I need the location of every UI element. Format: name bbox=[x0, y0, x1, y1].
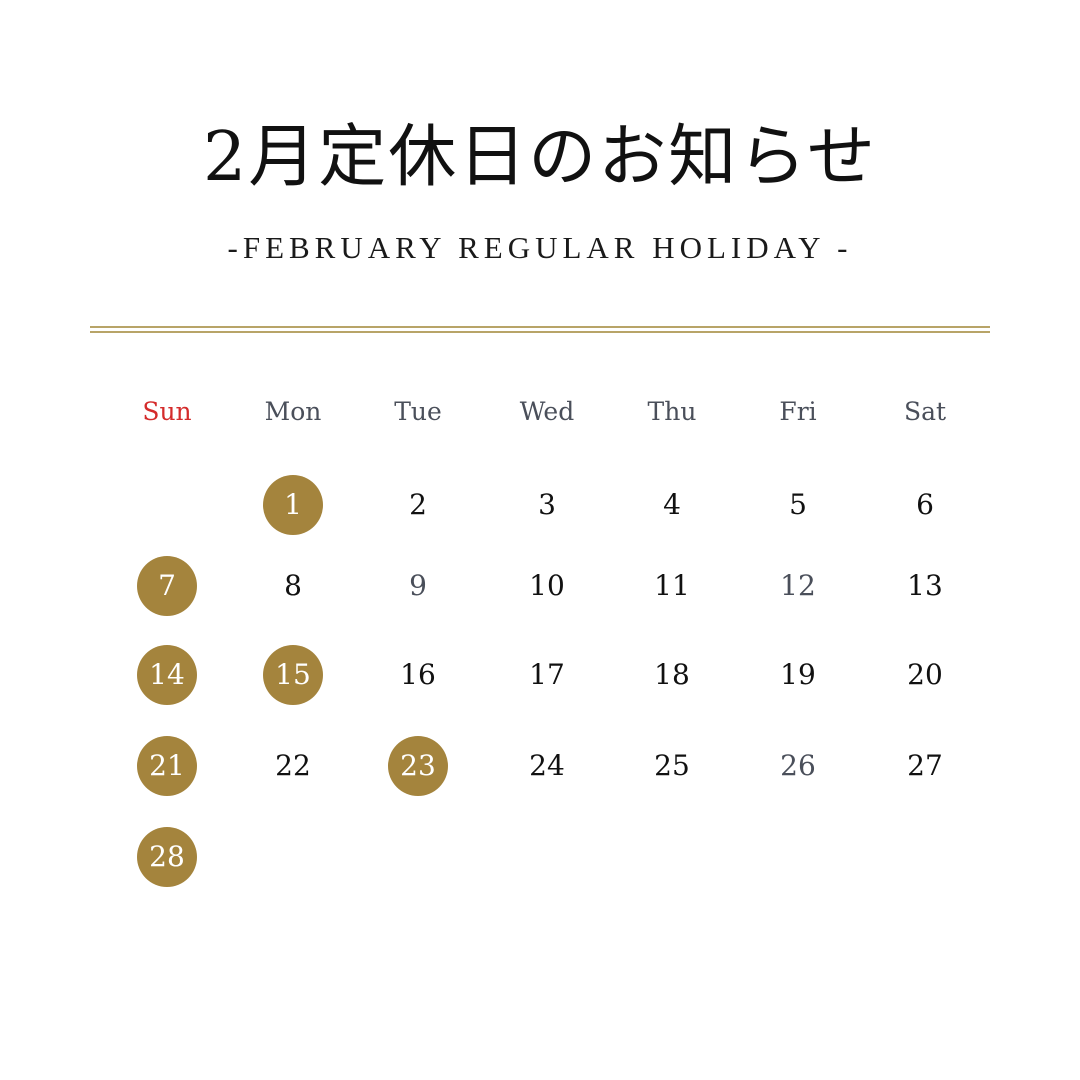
day-16: 16 bbox=[400, 658, 436, 691]
holiday-day-23: 23 bbox=[388, 736, 448, 796]
holiday-day-14: 14 bbox=[137, 645, 197, 705]
day-3: 3 bbox=[538, 488, 556, 521]
page-subtitle: -FEBRUARY REGULAR HOLIDAY - bbox=[227, 230, 853, 265]
day-6: 6 bbox=[916, 488, 934, 521]
day-13: 13 bbox=[907, 569, 943, 602]
day-20: 20 bbox=[907, 658, 943, 691]
day-22: 22 bbox=[275, 749, 311, 782]
holiday-day-21: 21 bbox=[137, 736, 197, 796]
weekday-mon: Mon bbox=[264, 397, 322, 426]
divider-line-top bbox=[90, 326, 990, 328]
weekday-sat: Sat bbox=[903, 397, 947, 426]
day-26: 26 bbox=[780, 749, 816, 782]
weekday-tue: Tue bbox=[394, 397, 442, 426]
holiday-day-28: 28 bbox=[137, 827, 197, 887]
day-19: 19 bbox=[780, 658, 816, 691]
day-18: 18 bbox=[654, 658, 690, 691]
day-25: 25 bbox=[654, 749, 690, 782]
day-8: 8 bbox=[284, 569, 302, 602]
day-27: 27 bbox=[907, 749, 943, 782]
day-11: 11 bbox=[654, 569, 690, 602]
day-9: 9 bbox=[409, 569, 427, 602]
holiday-day-7: 7 bbox=[137, 556, 197, 616]
holiday-day-15: 15 bbox=[263, 645, 323, 705]
weekday-thu: Thu bbox=[647, 397, 697, 426]
day-2: 2 bbox=[409, 488, 427, 521]
divider-line-bottom bbox=[90, 331, 990, 333]
holiday-day-1: 1 bbox=[263, 475, 323, 535]
day-4: 4 bbox=[663, 488, 681, 521]
day-12: 12 bbox=[780, 569, 816, 602]
holiday-calendar-poster: 2月定休日のお知らせ -FEBRUARY REGULAR HOLIDAY - S… bbox=[0, 0, 1080, 1080]
page-title: 2月定休日のお知らせ bbox=[203, 118, 877, 197]
day-17: 17 bbox=[529, 658, 565, 691]
weekday-fri: Fri bbox=[779, 397, 817, 426]
weekday-wed: Wed bbox=[519, 397, 575, 426]
day-5: 5 bbox=[789, 488, 807, 521]
gold-divider bbox=[90, 326, 990, 334]
day-24: 24 bbox=[529, 749, 565, 782]
day-10: 10 bbox=[529, 569, 565, 602]
weekday-sun: Sun bbox=[142, 397, 192, 426]
